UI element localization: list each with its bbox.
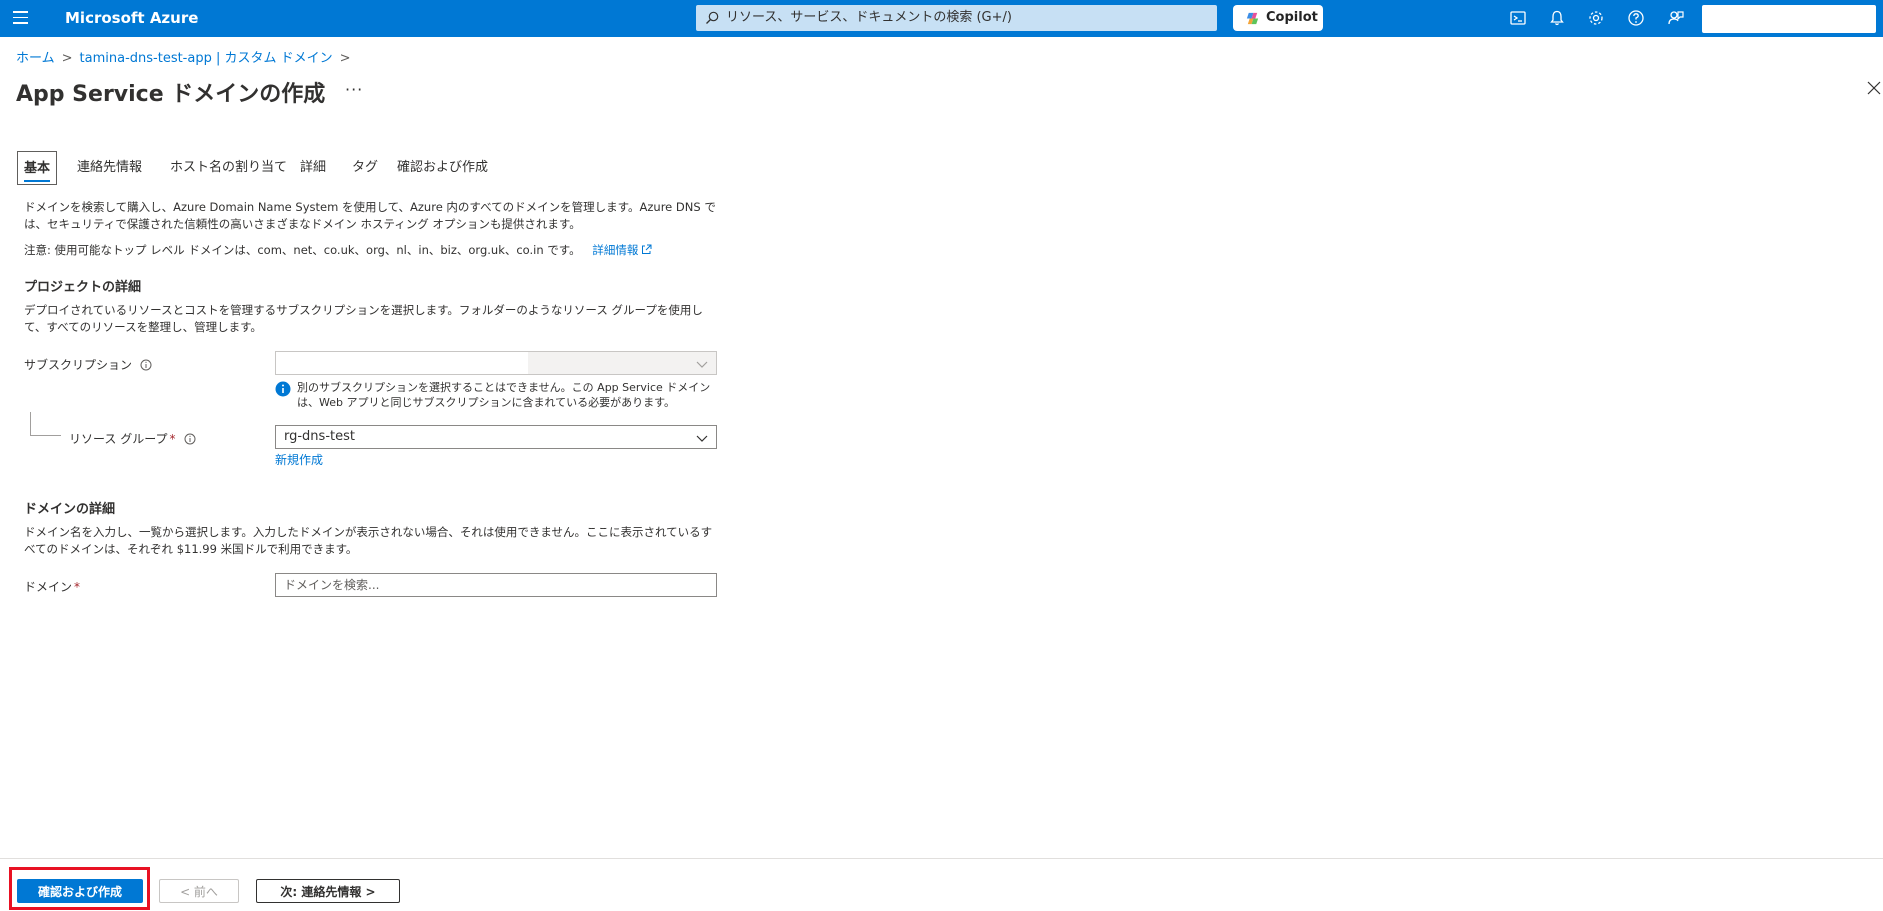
more-options-icon[interactable]: ···	[345, 80, 363, 99]
breadcrumb-custom-domains[interactable]: tamina-dns-test-app | カスタム ドメイン	[80, 51, 333, 66]
tree-connector	[30, 412, 31, 435]
chevron-down-icon	[696, 435, 708, 442]
resource-group-dropdown[interactable]: rg-dns-test	[275, 425, 717, 449]
info-filled-icon	[275, 381, 291, 397]
menu-icon[interactable]	[13, 11, 28, 25]
learn-more-link[interactable]: 詳細情報	[592, 243, 652, 257]
subscription-note-text: 別のサブスクリプションを選択することはできません。この App Service …	[297, 381, 711, 409]
domain-label-text: ドメイン	[24, 580, 73, 594]
brand-title[interactable]: Microsoft Azure	[65, 9, 198, 27]
resource-group-value: rg-dns-test	[284, 429, 355, 444]
domain-details-description: ドメイン名を入力し、一覧から選択します。入力したドメインが表示されない場合、それ…	[24, 525, 713, 556]
gear-icon[interactable]	[1587, 9, 1605, 27]
search-icon	[706, 11, 719, 24]
review-create-button[interactable]: 確認および作成	[17, 879, 143, 903]
tab-hostname-assignment[interactable]: ホスト名の割り当て	[170, 151, 287, 185]
domain-label: ドメイン *	[24, 578, 80, 595]
feedback-icon[interactable]	[1667, 9, 1685, 27]
close-icon[interactable]	[1867, 81, 1881, 95]
subscription-label: サブスクリプション	[24, 356, 152, 373]
cloud-shell-icon[interactable]	[1509, 9, 1527, 27]
tab-advanced[interactable]: 詳細	[300, 151, 326, 185]
info-icon[interactable]	[140, 359, 152, 371]
info-icon[interactable]	[184, 433, 196, 445]
tab-basics[interactable]: 基本	[17, 151, 58, 185]
domain-search-input[interactable]	[275, 573, 717, 597]
subscription-dropdown	[275, 351, 717, 375]
tab-tags[interactable]: タグ	[352, 151, 378, 185]
tab-contact-info[interactable]: 連絡先情報	[77, 151, 142, 185]
tld-note: 注意: 使用可能なトップ レベル ドメインは、com、net、co.uk、org…	[24, 242, 718, 259]
tab-review-create[interactable]: 確認および作成	[397, 151, 488, 185]
page-title: App Service ドメインの作成	[16, 82, 326, 107]
breadcrumb-separator: >	[339, 51, 351, 66]
intro-description: ドメインを検索して購入し、Azure Domain Name System を使…	[24, 200, 716, 231]
next-contact-info-button[interactable]: 次: 連絡先情報 >	[256, 879, 400, 903]
chevron-down-icon	[696, 361, 708, 368]
project-details-description: デプロイされているリソースとコストを管理するサブスクリプションを選択します。フォ…	[24, 303, 703, 334]
copilot-button[interactable]: Copilot	[1233, 5, 1323, 31]
help-icon[interactable]	[1627, 9, 1645, 27]
external-link-icon	[642, 244, 652, 254]
project-details-heading: プロジェクトの詳細	[24, 280, 142, 295]
resource-group-label-text: リソース グループ	[69, 432, 168, 446]
search-input[interactable]: リソース、サービス、ドキュメントの検索 (G+/)	[696, 5, 1217, 31]
footer-divider	[0, 858, 1883, 859]
previous-button[interactable]: < 前へ	[159, 879, 239, 903]
bell-icon[interactable]	[1548, 9, 1566, 27]
top-bar: Microsoft Azure リソース、サービス、ドキュメントの検索 (G+/…	[0, 0, 1883, 37]
required-asterisk: *	[74, 580, 81, 594]
learn-more-label: 詳細情報	[592, 243, 639, 257]
search-placeholder: リソース、サービス、ドキュメントの検索 (G+/)	[726, 10, 1012, 25]
tld-note-text: 注意: 使用可能なトップ レベル ドメインは、com、net、co.uk、org…	[24, 243, 581, 257]
tree-connector	[30, 435, 61, 436]
copilot-label: Copilot	[1266, 10, 1318, 25]
resource-group-label: リソース グループ *	[69, 430, 196, 447]
breadcrumb-home[interactable]: ホーム	[16, 51, 55, 66]
breadcrumb-separator: >	[61, 51, 73, 66]
subscription-label-text: サブスクリプション	[24, 358, 133, 372]
account-menu[interactable]	[1702, 5, 1876, 33]
required-asterisk: *	[169, 432, 176, 446]
subscription-info-note: 別のサブスクリプションを選択することはできません。この App Service …	[275, 380, 715, 410]
domain-details-heading: ドメインの詳細	[24, 502, 116, 517]
breadcrumb: ホーム > tamina-dns-test-app | カスタム ドメイン >	[16, 47, 358, 66]
create-new-resource-group-link[interactable]: 新規作成	[275, 451, 323, 468]
copilot-icon	[1246, 12, 1259, 25]
